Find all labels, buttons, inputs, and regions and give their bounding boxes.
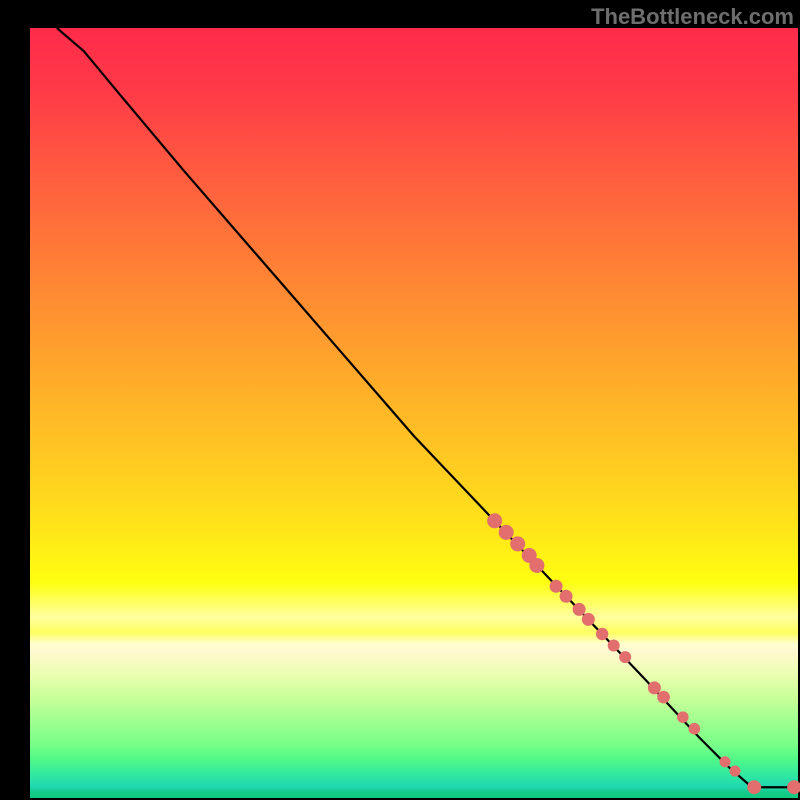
data-point bbox=[573, 603, 586, 616]
data-point bbox=[787, 780, 800, 794]
data-point bbox=[747, 780, 761, 794]
chart-svg bbox=[30, 28, 798, 798]
data-point bbox=[657, 691, 670, 704]
data-point bbox=[689, 723, 701, 735]
chart-container: TheBottleneck.com bbox=[0, 0, 800, 800]
data-point bbox=[720, 756, 731, 767]
data-point bbox=[560, 590, 573, 603]
data-point bbox=[596, 628, 608, 640]
data-point bbox=[487, 513, 502, 528]
watermark-text: TheBottleneck.com bbox=[591, 4, 794, 30]
data-point bbox=[550, 580, 563, 593]
data-point bbox=[608, 640, 620, 652]
data-point bbox=[582, 613, 595, 626]
data-point bbox=[499, 525, 514, 540]
data-point bbox=[677, 711, 689, 723]
data-point bbox=[529, 558, 544, 573]
data-point bbox=[510, 536, 525, 551]
data-point bbox=[648, 681, 661, 694]
curve-line bbox=[57, 28, 794, 787]
data-point bbox=[730, 766, 741, 777]
data-point bbox=[619, 651, 631, 663]
